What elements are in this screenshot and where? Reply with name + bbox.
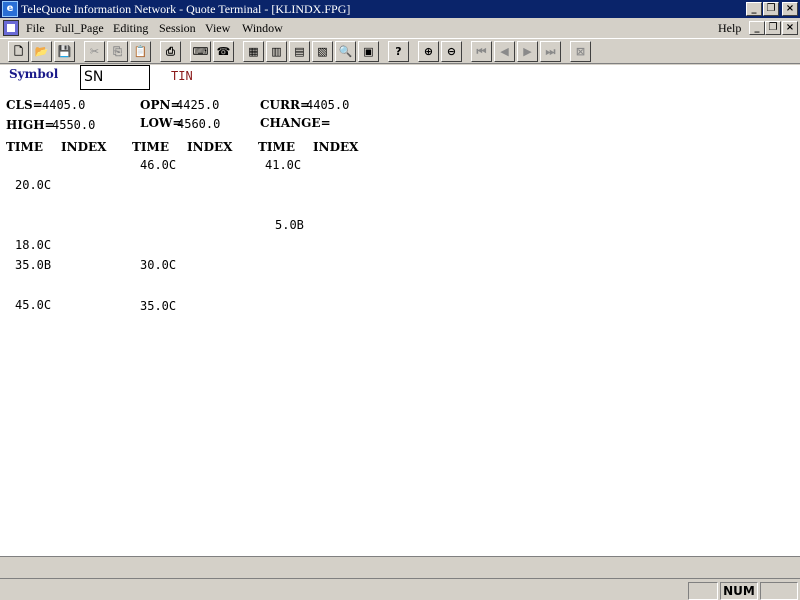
change-label: CHANGE= — [260, 116, 331, 130]
quote-page: Symbol SN TIN CLS= 4405.0 OPN= 4425.0 CU… — [0, 65, 800, 556]
close-box-icon[interactable]: ⊠ — [570, 41, 591, 62]
table-cell: 46.0C — [140, 158, 177, 172]
symbol-label: Symbol — [9, 67, 59, 81]
table-cell: 20.0C — [15, 178, 52, 192]
opn-value: 4425.0 — [176, 98, 220, 112]
menu-full-page[interactable]: Full_Page — [55, 21, 104, 36]
last-page-icon[interactable]: ⏭ — [540, 41, 561, 62]
live-chart-icon[interactable]: ▧ — [312, 41, 333, 62]
status-bar: NUM — [0, 578, 800, 600]
toolbar: 🗋 📂 💾 ✂ ⎘ 📋 ⎙ ⌨ ☎ ▦ ▥ ▤ ▧ 🔍 ▣ ? ⊕ ⊖ ⏮ ◀ … — [0, 38, 800, 64]
close-button[interactable]: × — [782, 2, 798, 16]
child-close-button[interactable]: × — [782, 21, 798, 35]
menu-bar: File Full_Page Editing Session View Wind… — [0, 18, 800, 38]
cls-label: CLS= — [6, 98, 43, 112]
phone-icon[interactable]: ☎ — [213, 41, 234, 62]
opn-label: OPN= — [140, 98, 181, 112]
first-page-icon[interactable]: ⏮ — [471, 41, 492, 62]
high-label: HIGH= — [6, 118, 55, 132]
symbol-name: TIN — [171, 69, 193, 83]
paste-icon[interactable]: 📋 — [130, 41, 151, 62]
col3-index-header: INDEX — [313, 140, 359, 154]
col2-index-header: INDEX — [187, 140, 233, 154]
table-cell: 35.0B — [15, 258, 52, 272]
menu-help[interactable]: Help — [718, 21, 741, 36]
grid-icon[interactable]: ▦ — [243, 41, 264, 62]
zoom-search-icon[interactable]: 🔍 — [335, 41, 356, 62]
table-cell: 35.0C — [140, 299, 177, 313]
menu-window[interactable]: Window — [242, 21, 283, 36]
app-icon[interactable]: e — [2, 1, 18, 17]
copy-icon[interactable]: ⎘ — [107, 41, 128, 62]
new-file-icon[interactable]: 🗋 — [8, 41, 29, 62]
minimize-button[interactable]: _ — [746, 2, 762, 16]
child-minimize-button[interactable]: _ — [749, 21, 765, 35]
menu-session[interactable]: Session — [159, 21, 196, 36]
print-icon[interactable]: ⎙ — [160, 41, 181, 62]
document-icon[interactable] — [3, 20, 19, 36]
table-cell: 45.0C — [15, 298, 52, 312]
scroll-bar-area — [0, 556, 800, 578]
menu-view[interactable]: View — [205, 21, 230, 36]
restore-button[interactable]: ❐ — [763, 2, 779, 16]
symbol-input[interactable]: SN — [80, 65, 150, 90]
status-pane-caps — [688, 582, 718, 600]
help-icon[interactable]: ? — [388, 41, 409, 62]
window-title: TeleQuote Information Network - Quote Te… — [21, 2, 351, 16]
chart-bars-icon[interactable]: ▥ — [266, 41, 287, 62]
zoom-in-icon[interactable]: ⊕ — [418, 41, 439, 62]
table-icon[interactable]: ▣ — [358, 41, 379, 62]
status-pane-num: NUM — [720, 582, 758, 600]
curr-value: 4405.0 — [306, 98, 350, 112]
keyboard-icon[interactable]: ⌨ — [190, 41, 211, 62]
menu-file[interactable]: File — [26, 21, 45, 36]
col1-index-header: INDEX — [61, 140, 107, 154]
menu-editing[interactable]: Editing — [113, 21, 148, 36]
table-cell: 18.0C — [15, 238, 52, 252]
table-cell: 30.0C — [140, 258, 177, 272]
chart-line-icon[interactable]: ▤ — [289, 41, 310, 62]
col2-time-header: TIME — [132, 140, 169, 154]
zoom-out-icon[interactable]: ⊖ — [441, 41, 462, 62]
title-bar: e TeleQuote Information Network - Quote … — [0, 0, 800, 18]
table-cell: 41.0C — [265, 158, 302, 172]
curr-label: CURR= — [260, 98, 311, 112]
next-page-icon[interactable]: ▶ — [517, 41, 538, 62]
col3-time-header: TIME — [258, 140, 295, 154]
status-pane-scroll — [760, 582, 798, 600]
low-value: 4560.0 — [177, 117, 221, 131]
open-folder-icon[interactable]: 📂 — [31, 41, 52, 62]
child-restore-button[interactable]: ❐ — [765, 21, 781, 35]
previous-page-icon[interactable]: ◀ — [494, 41, 515, 62]
col1-time-header: TIME — [6, 140, 43, 154]
cls-value: 4405.0 — [42, 98, 86, 112]
table-cell: 5.0B — [275, 218, 304, 232]
cut-icon[interactable]: ✂ — [84, 41, 105, 62]
save-icon[interactable]: 💾 — [54, 41, 75, 62]
high-value: 4550.0 — [52, 118, 96, 132]
